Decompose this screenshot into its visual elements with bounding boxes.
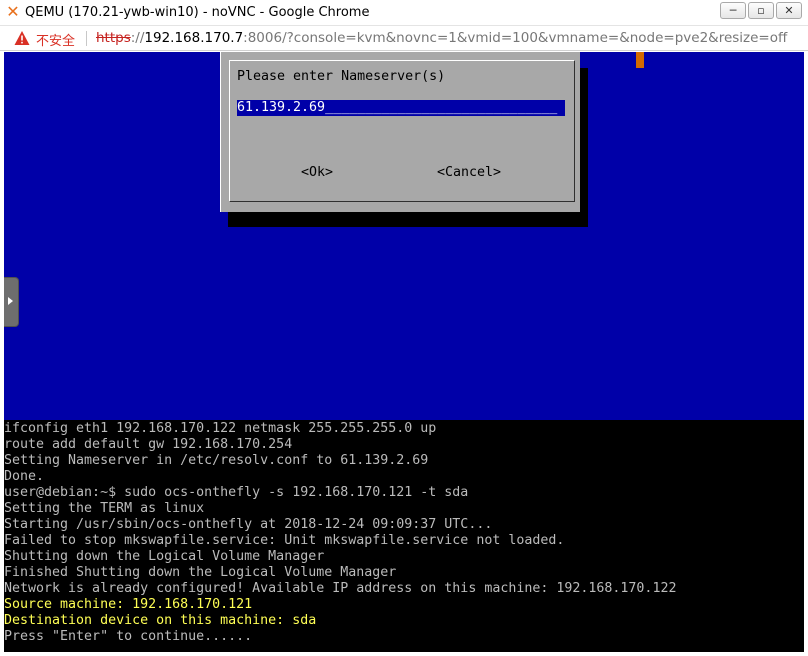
terminal-line-press-enter: Press "Enter" to continue...... xyxy=(4,629,253,644)
terminal-line: Starting /usr/sbin/ocs-onthefly at 2018-… xyxy=(4,517,493,532)
address-separator xyxy=(86,31,87,46)
novnc-sidebar-toggle[interactable] xyxy=(4,277,19,327)
terminal-line: Shutting down the Logical Volume Manager xyxy=(4,549,325,564)
url-text[interactable]: https://192.168.170.7:8006/?console=kvm&… xyxy=(96,30,787,46)
nameserver-input-filler: _____________________________ xyxy=(325,100,558,115)
terminal-line: Failed to stop mkswapfile.service: Unit … xyxy=(4,533,565,548)
terminal-line: Finished Shutting down the Logical Volum… xyxy=(4,565,397,580)
minimize-button[interactable]: ─ xyxy=(720,2,746,19)
warning-triangle-icon[interactable] xyxy=(14,30,30,46)
address-bar[interactable]: 不安全 https://192.168.170.7:8006/?console=… xyxy=(0,26,808,51)
terminal-line: user@debian:~$ sudo ocs-onthefly -s 192.… xyxy=(4,485,469,500)
ok-button[interactable]: <Ok> xyxy=(301,165,333,181)
url-scheme-separator: :// xyxy=(130,30,145,46)
url-path: :8006/?console=kvm&novnc=1&vmid=100&vmna… xyxy=(243,30,788,46)
play-arrow-icon xyxy=(8,297,13,305)
terminal-line: Done. xyxy=(4,469,45,484)
security-status-label[interactable]: 不安全 xyxy=(36,30,75,49)
terminal-line: route add default gw 192.168.170.254 xyxy=(4,437,293,452)
nameserver-dialog: Please enter Nameserver(s) 61.139.2.69__… xyxy=(220,52,580,212)
terminal-line: Network is already configured! Available… xyxy=(4,581,677,596)
url-scheme: https xyxy=(96,30,131,46)
terminal-line: Setting the TERM as linux xyxy=(4,501,205,516)
window-controls: ─ ▫ ✕ xyxy=(720,2,802,19)
terminal-line: Setting Nameserver in /etc/resolv.conf t… xyxy=(4,453,429,468)
terminal-line: ifconfig eth1 192.168.170.122 netmask 25… xyxy=(4,421,437,436)
terminal-output: ifconfig eth1 192.168.170.122 netmask 25… xyxy=(4,420,804,652)
url-host: 192.168.170.7 xyxy=(144,30,244,46)
maximize-button[interactable]: ▫ xyxy=(748,2,774,19)
proxmox-x-icon: ✕ xyxy=(6,2,20,21)
nameserver-input[interactable]: 61.139.2.69_____________________________ xyxy=(237,100,565,116)
terminal-line-destination-device: Destination device on this machine: sda xyxy=(4,613,317,628)
window-titlebar: ✕ QEMU (170.21-ywb-win10) - noVNC - Goog… xyxy=(0,0,808,26)
close-button[interactable]: ✕ xyxy=(776,2,802,19)
nameserver-input-value: 61.139.2.69 xyxy=(237,100,326,115)
cancel-button[interactable]: <Cancel> xyxy=(437,165,501,181)
terminal-line-source-machine: Source machine: 192.168.170.121 xyxy=(4,597,253,612)
window-title: QEMU (170.21-ywb-win10) - noVNC - Google… xyxy=(25,5,370,20)
dialog-prompt: Please enter Nameserver(s) xyxy=(237,69,446,84)
vnc-console[interactable]: Please enter Nameserver(s) 61.139.2.69__… xyxy=(4,52,804,652)
text-cursor-block xyxy=(636,52,644,68)
